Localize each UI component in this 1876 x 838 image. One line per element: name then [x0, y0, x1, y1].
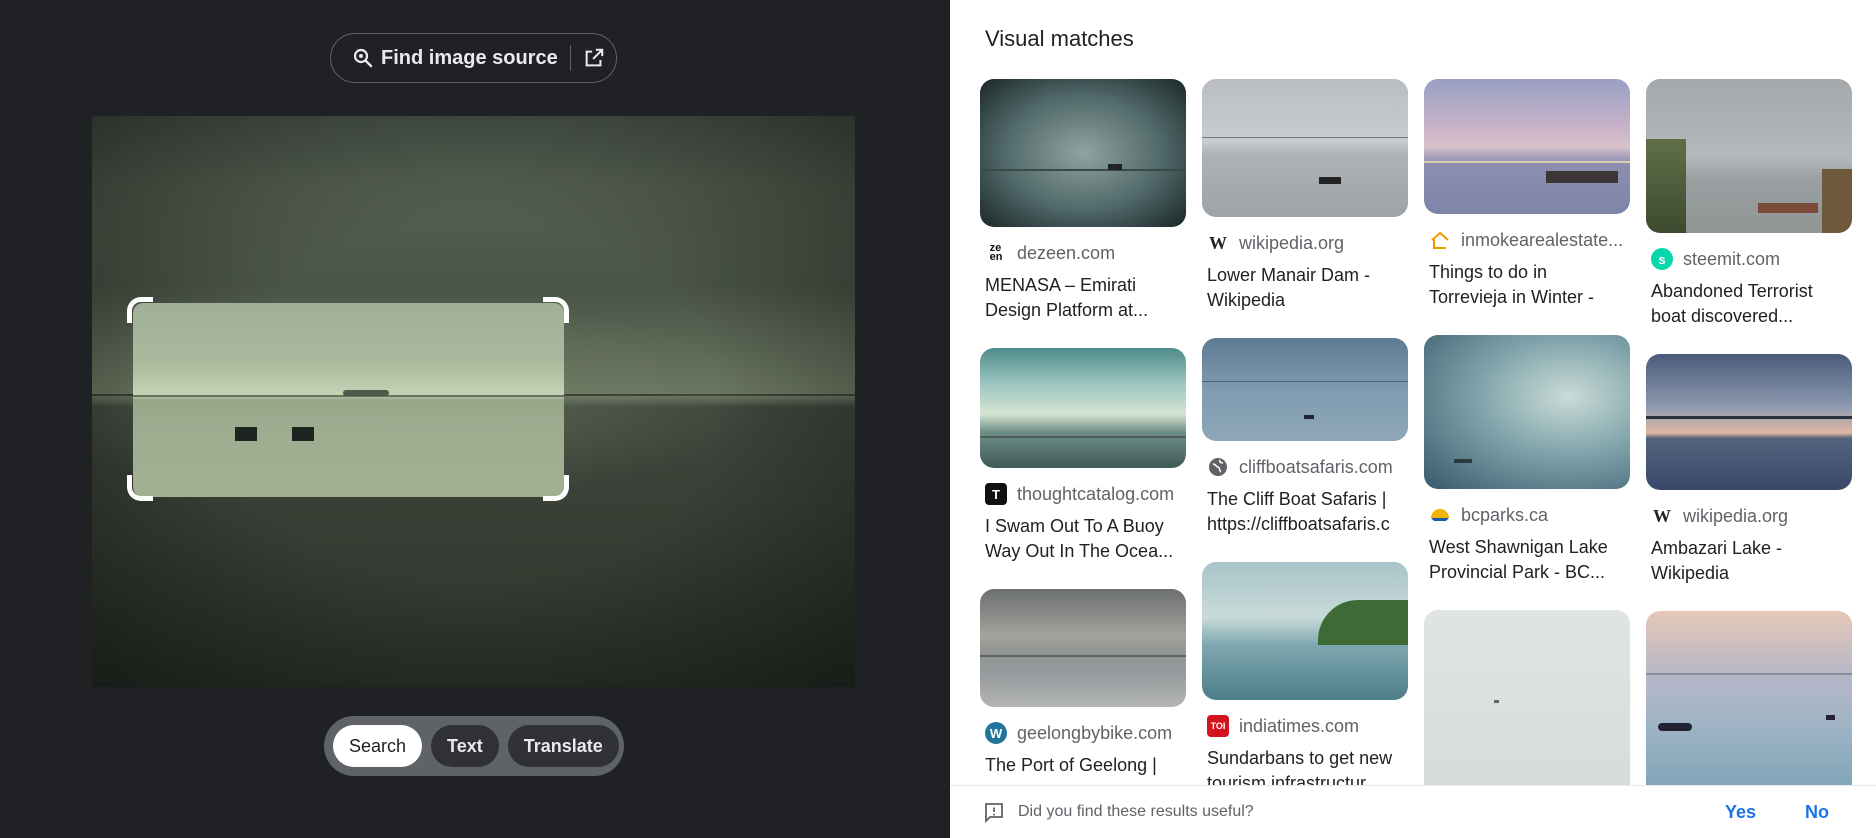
result-card[interactable]: [1424, 610, 1630, 785]
lens-search-icon: [353, 48, 373, 68]
result-source: bcparks.ca: [1461, 504, 1549, 525]
result-source: dezeen.com: [1017, 242, 1116, 263]
feedback-no-button[interactable]: No: [1805, 802, 1829, 823]
result-thumbnail[interactable]: [1646, 611, 1852, 785]
results-column: s steemit.com Abandoned Terrorist boat d…: [1646, 79, 1852, 785]
steemit-logo-icon: s: [1651, 248, 1673, 270]
results-grid: ze en dezeen.com MENASA – Emirati Design …: [980, 79, 1870, 785]
result-thumbnail[interactable]: [1424, 610, 1630, 785]
house-logo-icon: [1431, 231, 1449, 249]
boat-shape: [292, 427, 314, 441]
lens-image-panel: Find image source Search Text Translate: [0, 0, 950, 838]
result-title[interactable]: The Cliff Boat Safaris | https://cliffbo…: [1202, 487, 1402, 537]
result-thumbnail[interactable]: [980, 79, 1186, 227]
selection-area[interactable]: [133, 303, 564, 497]
result-card[interactable]: W wikipedia.org Lower Manair Dam - Wikip…: [1202, 79, 1408, 313]
results-panel: Visual matches ze en dezeen.com MENASA – …: [950, 0, 1876, 838]
results-column: W wikipedia.org Lower Manair Dam - Wikip…: [1202, 79, 1408, 785]
result-thumbnail[interactable]: [980, 348, 1186, 468]
result-title[interactable]: I Swam Out To A Buoy Way Out In The Ocea…: [980, 514, 1180, 564]
result-source: wikipedia.org: [1683, 505, 1789, 526]
result-title[interactable]: West Shawnigan Lake Provincial Park - BC…: [1424, 535, 1624, 585]
visual-matches-heading: Visual matches: [985, 26, 1134, 51]
bcparks-logo-icon: [1431, 509, 1449, 521]
mode-switcher: Search Text Translate: [324, 716, 624, 776]
search-mode-button[interactable]: Search: [333, 725, 423, 767]
crop-handle-bottom-left[interactable]: [127, 475, 153, 501]
result-card[interactable]: ze en dezeen.com MENASA – Emirati Design …: [980, 79, 1186, 323]
feedback-bar: Did you find these results useful? Yes N…: [950, 785, 1876, 838]
divider: [569, 45, 571, 71]
wikipedia-logo-icon: W: [1653, 505, 1671, 526]
result-card[interactable]: inmokearealestate... Things to do in Tor…: [1424, 79, 1630, 310]
result-title[interactable]: MENASA – Emirati Design Platform at...: [980, 273, 1180, 323]
result-thumbnail[interactable]: [1646, 354, 1852, 490]
result-thumbnail[interactable]: [980, 589, 1186, 707]
find-image-source-label: Find image source: [381, 46, 558, 69]
crop-handle-top-right[interactable]: [543, 297, 569, 323]
result-thumbnail[interactable]: [1202, 338, 1408, 441]
wikipedia-logo-icon: W: [1209, 232, 1227, 253]
feedback-yes-button[interactable]: Yes: [1725, 802, 1756, 823]
result-card[interactable]: TOI indiatimes.com Sundarbans to get new…: [1202, 562, 1408, 785]
result-source: geelongbybike.com: [1017, 722, 1173, 743]
find-image-source-button[interactable]: Find image source: [330, 33, 617, 83]
result-thumbnail[interactable]: [1424, 335, 1630, 489]
boat-shape: [235, 427, 257, 441]
thoughtcatalog-logo-icon: T: [985, 483, 1007, 505]
result-thumbnail[interactable]: [1202, 562, 1408, 700]
result-card[interactable]: W geelongbybike.com The Port of Geelong …: [980, 589, 1186, 785]
result-source: indiatimes.com: [1239, 715, 1360, 736]
result-source: inmokearealestate...: [1461, 229, 1624, 250]
result-title[interactable]: Ambazari Lake - Wikipedia: [1646, 536, 1846, 586]
result-title[interactable]: Sundarbans to get new tourism infrastruc…: [1202, 746, 1402, 785]
feedback-icon: [985, 803, 1003, 823]
result-source: wikipedia.org: [1239, 232, 1345, 253]
wordpress-logo-icon: W: [985, 722, 1007, 744]
result-thumbnail[interactable]: [1646, 79, 1852, 233]
result-card[interactable]: cliffboatsafaris.com The Cliff Boat Safa…: [1202, 338, 1408, 537]
results-column: ze en dezeen.com MENASA – Emirati Design …: [980, 79, 1186, 785]
results-column: inmokearealestate... Things to do in Tor…: [1424, 79, 1630, 785]
result-card[interactable]: W wikipedia.org Ambazari Lake - Wikipedi…: [1646, 354, 1852, 586]
result-card[interactable]: s steemit.com Abandoned Terrorist boat d…: [1646, 79, 1852, 329]
result-source: steemit.com: [1683, 248, 1781, 269]
result-thumbnail[interactable]: [1202, 79, 1408, 217]
globe-icon: [1209, 458, 1227, 476]
result-source: cliffboatsafaris.com: [1239, 456, 1393, 477]
result-card[interactable]: T thoughtcatalog.com I Swam Out To A Buo…: [980, 348, 1186, 564]
result-card[interactable]: bcparks.ca West Shawnigan Lake Provincia…: [1424, 335, 1630, 585]
result-thumbnail[interactable]: [1424, 79, 1630, 214]
result-title[interactable]: Lower Manair Dam - Wikipedia: [1202, 263, 1402, 313]
translate-mode-button[interactable]: Translate: [507, 725, 619, 767]
result-title[interactable]: Abandoned Terrorist boat discovered...: [1646, 279, 1846, 329]
result-card[interactable]: [1646, 611, 1852, 785]
result-title[interactable]: Things to do in Torrevieja in Winter -: [1424, 260, 1624, 310]
feedback-question: Did you find these results useful?: [1018, 803, 1254, 820]
zeen-logo-icon: ze en: [989, 242, 1003, 263]
text-mode-button[interactable]: Text: [431, 725, 499, 767]
crop-handle-top-left[interactable]: [127, 297, 153, 323]
toi-logo-icon: TOI: [1207, 715, 1229, 737]
open-in-new-icon: [585, 48, 603, 67]
result-title[interactable]: The Port of Geelong |: [980, 753, 1180, 785]
result-source: thoughtcatalog.com: [1017, 483, 1175, 504]
